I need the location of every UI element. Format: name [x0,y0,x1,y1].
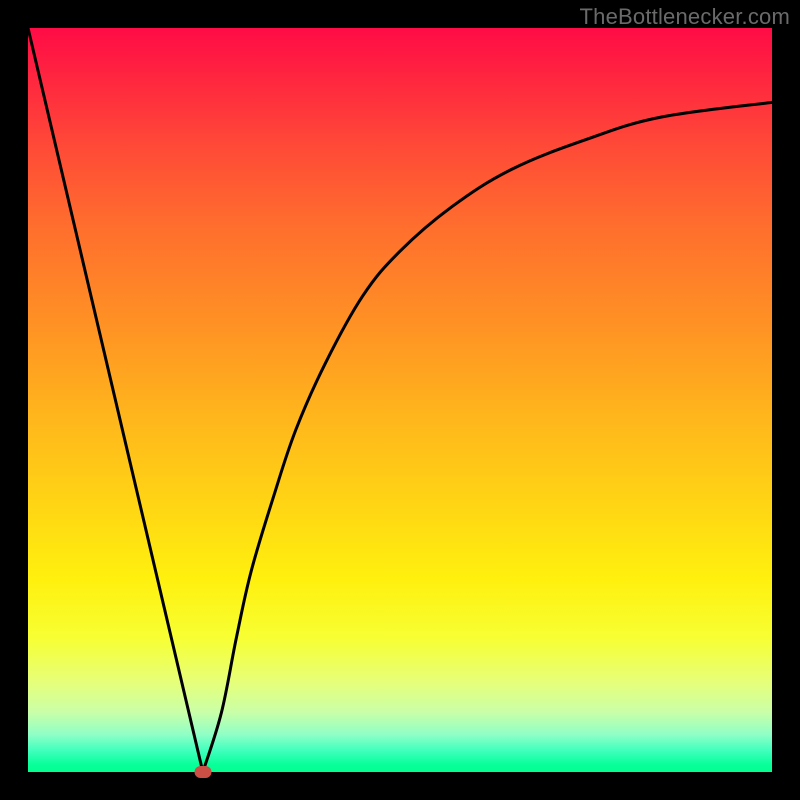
curve-svg [28,28,772,772]
optimum-marker [194,766,211,778]
plot-area [28,28,772,772]
chart-frame: TheBottlenecker.com [0,0,800,800]
attribution-text: TheBottlenecker.com [580,4,790,30]
curve-path [28,28,772,772]
